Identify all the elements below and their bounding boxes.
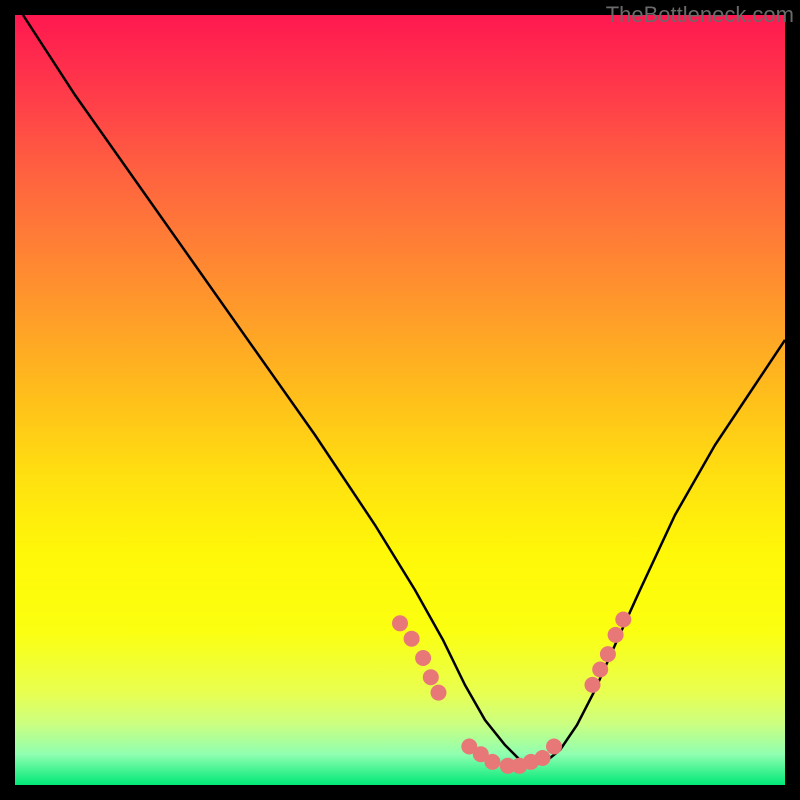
curve-marker [535, 750, 551, 766]
curve-marker [546, 739, 562, 755]
curve-marker [615, 612, 631, 628]
marker-group [392, 612, 631, 774]
curve-marker [484, 754, 500, 770]
watermark-text: TheBottleneck.com [606, 2, 794, 28]
curve-marker [392, 615, 408, 631]
bottleneck-curve-path [23, 15, 785, 765]
curve-marker [608, 627, 624, 643]
curve-marker [431, 685, 447, 701]
bottleneck-curve-svg [15, 15, 785, 785]
chart-container: TheBottleneck.com [0, 0, 800, 800]
curve-marker [592, 662, 608, 678]
curve-marker [600, 646, 616, 662]
curve-marker [415, 650, 431, 666]
curve-marker [585, 677, 601, 693]
curve-marker [423, 669, 439, 685]
curve-marker [404, 631, 420, 647]
plot-area [15, 15, 785, 785]
